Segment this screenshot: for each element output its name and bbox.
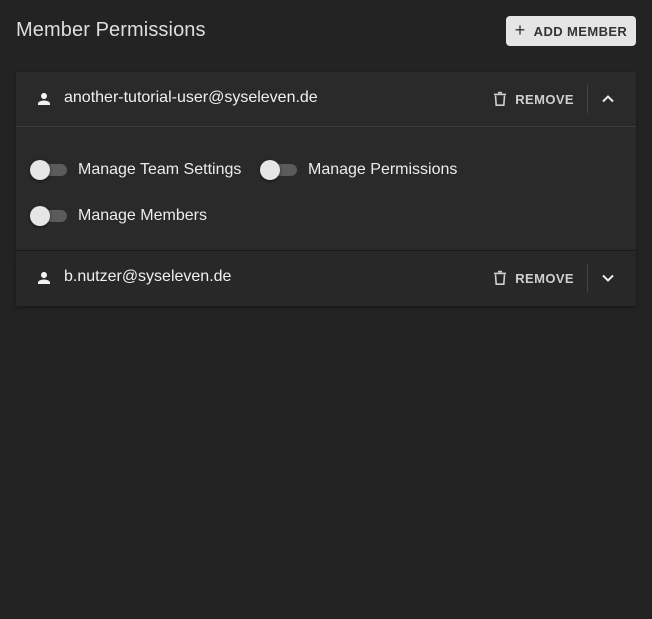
permission-label: Manage Members [78,207,207,224]
toggle-switch[interactable] [260,160,297,180]
remove-label: REMOVE [515,91,574,107]
member-panel: b.nutzer@syseleven.de REMOVE [16,251,636,306]
member-permissions-page: Member Permissions + ADD MEMBER another-… [0,0,652,619]
permission-label: Manage Permissions [308,161,458,178]
permission-label: Manage Team Settings [78,161,242,178]
trash-icon [494,91,507,106]
add-member-label: ADD MEMBER [533,23,628,39]
header: Member Permissions + ADD MEMBER [16,16,636,46]
remove-member-button[interactable]: REMOVE [493,266,574,290]
remove-member-button[interactable]: REMOVE [493,87,574,111]
chevron-down-icon[interactable] [600,270,616,286]
permission-toggle-manage-team-settings[interactable]: Manage Team Settings [30,160,241,180]
member-email: b.nutzer@syseleven.de [64,268,232,285]
trash-icon [494,270,507,285]
chevron-up-icon[interactable] [600,91,616,107]
toggle-switch[interactable] [30,160,67,180]
permission-toggle-manage-members[interactable]: Manage Members [30,206,207,226]
add-member-button[interactable]: + ADD MEMBER [506,16,636,46]
remove-label: REMOVE [515,270,574,286]
person-icon [38,272,50,284]
toggle-switch[interactable] [30,206,67,226]
header-divider [587,85,588,113]
page-title: Member Permissions [16,19,206,41]
person-icon [38,93,50,105]
permission-toggle-manage-permissions[interactable]: Manage Permissions [260,160,457,180]
member-panel: another-tutorial-user@syseleven.de REMOV… [16,72,636,250]
plus-icon: + [514,20,526,40]
member-panel-header[interactable]: another-tutorial-user@syseleven.de REMOV… [16,72,636,127]
header-divider [587,264,588,292]
member-email: another-tutorial-user@syseleven.de [64,89,318,106]
member-panel-header[interactable]: b.nutzer@syseleven.de REMOVE [16,251,636,305]
